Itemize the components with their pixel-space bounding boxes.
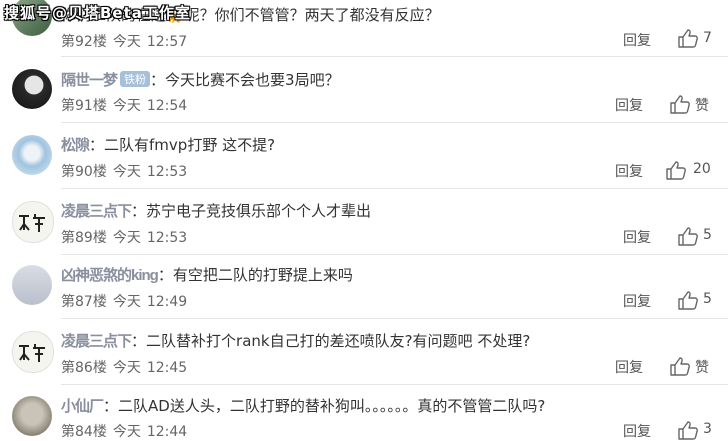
like-count: 赞 xyxy=(695,360,709,376)
comment-day: 今天 xyxy=(112,230,141,246)
username[interactable]: 凶神恶煞的king xyxy=(61,267,159,284)
username[interactable]: 凌晨三点下 xyxy=(61,333,132,350)
divider xyxy=(61,56,728,57)
divider xyxy=(61,122,728,123)
avatar[interactable] xyxy=(12,69,52,109)
divider xyxy=(61,384,728,385)
comment-text: 二队AD送人头，二队打野的替补狗叫。。。。。。真的不管管二队吗? xyxy=(118,397,546,415)
like-count: 5 xyxy=(703,291,712,307)
reply-button[interactable]: 回复 xyxy=(615,357,643,377)
comment-text: 苏宁电子竞技俱乐部个个人才辈出 xyxy=(146,202,372,220)
fan-badge: 铁粉 xyxy=(120,71,151,87)
comment-day: 今天 xyxy=(112,98,141,114)
comment-time: 12:53 xyxy=(146,164,188,180)
comment-text: 有空把二队的打野提上来吗 xyxy=(172,266,353,284)
thumbs-up-icon[interactable] xyxy=(677,420,699,440)
reply-button[interactable]: 回复 xyxy=(615,95,643,115)
comment-floor: 第92楼 xyxy=(61,34,107,50)
reply-button[interactable]: 回复 xyxy=(623,30,651,50)
divider xyxy=(61,188,728,189)
thumbs-up-icon[interactable] xyxy=(669,356,691,376)
comment-day: 今天 xyxy=(112,424,141,440)
reply-button[interactable]: 回复 xyxy=(623,291,651,311)
divider xyxy=(61,318,728,319)
calligraphy-avatar-icon xyxy=(19,344,45,362)
comment-day: 今天 xyxy=(112,294,141,310)
comment-day: 今天 xyxy=(112,164,141,180)
reply-button[interactable]: 回复 xyxy=(623,227,651,247)
comment-floor: 第87楼 xyxy=(61,294,107,310)
comment-floor: 第84楼 xyxy=(61,424,107,440)
comment-floor: 第86楼 xyxy=(61,360,107,376)
comment-text: 今天比赛不会也要3局吧？ xyxy=(165,71,340,89)
thumbs-up-icon[interactable] xyxy=(677,28,699,48)
like-count: 赞 xyxy=(695,98,709,114)
comment-time: 12:49 xyxy=(146,294,188,310)
reply-button[interactable]: 回复 xyxy=(615,161,643,181)
calligraphy-avatar-icon xyxy=(19,214,45,232)
like-count: 3 xyxy=(703,421,712,437)
comment-time: 12:57 xyxy=(146,34,188,50)
username[interactable]: 隔世一梦 xyxy=(61,72,118,89)
comment-time: 12:45 xyxy=(146,360,188,376)
comment-time: 12:53 xyxy=(146,230,188,246)
divider xyxy=(61,254,728,255)
comment-floor: 第90楼 xyxy=(61,164,107,180)
thumbs-up-icon[interactable] xyxy=(677,290,699,310)
thumbs-up-icon[interactable] xyxy=(665,160,687,180)
comment-day: 今天 xyxy=(112,34,141,50)
like-count: 20 xyxy=(693,161,711,177)
avatar[interactable] xyxy=(12,265,52,305)
avatar[interactable] xyxy=(12,135,52,175)
comment-time: 12:54 xyxy=(146,98,188,114)
comment-text: 二队有fmvp打野 这不提? xyxy=(104,136,276,154)
reply-button[interactable]: 回复 xyxy=(623,421,651,441)
username[interactable]: 小仙厂 xyxy=(61,398,104,415)
comment-text: 二队替补打个rank自己打的差还喷队友?有问题吧 不处理? xyxy=(146,332,531,350)
avatar[interactable] xyxy=(12,396,52,436)
username[interactable]: 凌晨三点下 xyxy=(61,203,132,220)
thumbs-up-icon[interactable] xyxy=(669,94,691,114)
username[interactable]: 松隙 xyxy=(61,137,90,154)
avatar[interactable] xyxy=(12,331,54,373)
like-count: 7 xyxy=(703,30,712,46)
watermark: 搜狐号@贝塔Beta工作室 xyxy=(4,4,191,22)
comment-floor: 第89楼 xyxy=(61,230,107,246)
comment-day: 今天 xyxy=(112,360,141,376)
avatar[interactable] xyxy=(12,201,54,243)
comment-time: 12:44 xyxy=(146,424,188,440)
like-count: 5 xyxy=(703,227,712,243)
comment-floor: 第91楼 xyxy=(61,98,107,114)
thumbs-up-icon[interactable] xyxy=(677,226,699,246)
